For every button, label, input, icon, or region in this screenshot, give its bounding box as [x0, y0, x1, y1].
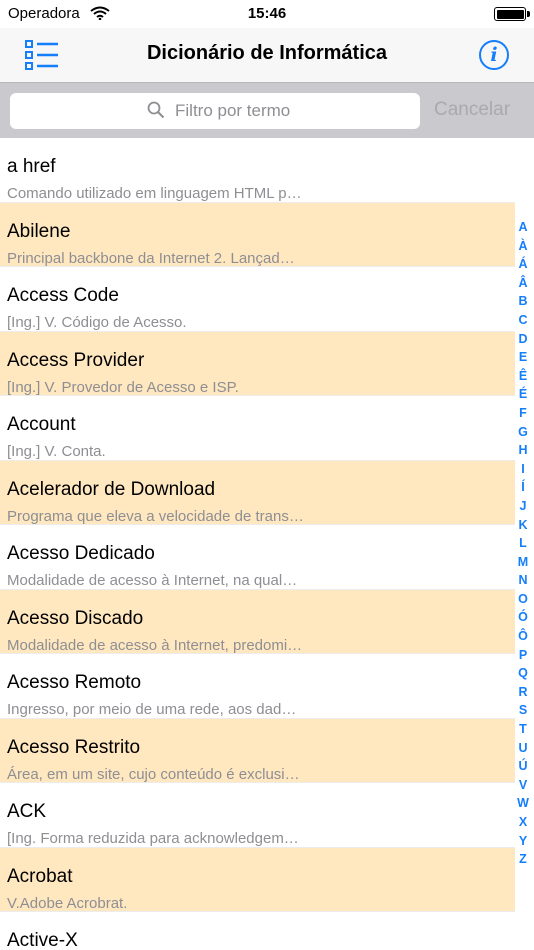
index-letter[interactable]: Ô: [516, 627, 530, 646]
index-letter[interactable]: H: [516, 441, 530, 460]
index-letter[interactable]: É: [516, 385, 530, 404]
list-item[interactable]: Active-X: [0, 912, 515, 950]
list-item[interactable]: Account [Ing.] V. Conta.: [0, 396, 515, 461]
index-letter[interactable]: J: [516, 497, 530, 516]
term-description: [Ing.] V. Conta.: [7, 443, 106, 460]
list-item[interactable]: Access Code [Ing.] V. Código de Acesso.: [0, 267, 515, 332]
index-letter[interactable]: E: [516, 348, 530, 367]
term-label: Acesso Restrito: [7, 736, 141, 758]
list-item[interactable]: Acesso Remoto Ingresso, por meio de uma r…: [0, 654, 515, 719]
index-letter[interactable]: Y: [516, 832, 530, 851]
index-letter[interactable]: N: [516, 571, 530, 590]
search-placeholder: Filtro por termo: [175, 101, 291, 120]
term-label: ACK: [7, 801, 47, 822]
term-description: Modalidade de acesso à Internet, na qual…: [7, 572, 298, 589]
term-label: Acesso Discado: [7, 607, 144, 629]
list-item[interactable]: Acrobat V.Adobe Acrobrat.: [0, 847, 515, 912]
navigation-bar: Dicionário de Informática i: [0, 28, 534, 82]
term-description: Comando utilizado em linguagem HTML p…: [7, 185, 302, 202]
list-item[interactable]: ACK [Ing. Forma reduzida para acknowledge…: [0, 783, 515, 848]
list-item[interactable]: Access Provider [Ing.] V. Provedor de Ace…: [0, 331, 515, 396]
index-letter[interactable]: B: [516, 292, 530, 311]
list-item[interactable]: Abilene Principal backbone da Internet 2.…: [0, 202, 515, 267]
index-letter[interactable]: X: [516, 813, 530, 832]
index-letter[interactable]: O: [516, 590, 530, 609]
term-label: Active-X: [7, 930, 78, 950]
term-description: [Ing. Forma reduzida para acknowledgem…: [7, 830, 299, 847]
index-letter[interactable]: Â: [516, 274, 530, 293]
term-label: a href: [7, 156, 56, 177]
index-letter[interactable]: T: [516, 720, 530, 739]
index-letter[interactable]: Q: [516, 664, 530, 683]
term-description: Principal backbone da Internet 2. Lançad…: [7, 249, 295, 267]
term-label: Acrobat: [7, 865, 73, 887]
term-label: Acelerador de Download: [7, 478, 216, 500]
index-letter[interactable]: Z: [516, 850, 530, 869]
index-letter[interactable]: Ó: [516, 608, 530, 627]
index-letter[interactable]: V: [516, 776, 530, 795]
term-description: Área, em um site, cujo conteúdo é exclus…: [7, 765, 300, 783]
index-letter[interactable]: P: [516, 646, 530, 665]
list-item[interactable]: Acesso Restrito Área, em um site, cujo co…: [0, 718, 515, 783]
index-letter[interactable]: R: [516, 683, 530, 702]
status-time: 15:46: [247, 5, 287, 22]
index-letter[interactable]: U: [516, 739, 530, 758]
list-item[interactable]: Acelerador de Download Programa que eleva…: [0, 460, 515, 525]
index-letter[interactable]: L: [516, 534, 530, 553]
search-input[interactable]: Filtro por termo: [10, 93, 420, 129]
term-label: Access Code: [7, 285, 119, 306]
term-description: Modalidade de acesso à Internet, predomi…: [7, 636, 303, 654]
list-item[interactable]: a href Comando utilizado em linguagem HTM…: [0, 138, 515, 203]
term-description: [Ing.] V. Código de Acesso.: [7, 314, 187, 331]
index-letter[interactable]: Ê: [516, 367, 530, 386]
page-title: Dicionário de Informática: [146, 42, 388, 64]
info-button[interactable]: i: [479, 40, 509, 70]
index-letter[interactable]: C: [516, 311, 530, 330]
status-bar: Operadora 15:46: [0, 0, 534, 28]
index-letter[interactable]: Á: [516, 255, 530, 274]
term-label: Abilene: [7, 220, 71, 242]
index-letter[interactable]: I: [516, 460, 530, 479]
index-letter[interactable]: W: [516, 794, 530, 813]
index-letter[interactable]: S: [516, 701, 530, 720]
term-label: Acesso Dedicado: [7, 543, 155, 564]
index-letter[interactable]: M: [516, 553, 530, 572]
list-item[interactable]: Acesso Dedicado Modalidade de acesso à In…: [0, 525, 515, 590]
index-letter[interactable]: Ú: [516, 757, 530, 776]
index-letter[interactable]: A: [516, 218, 530, 237]
term-description: [Ing.] V. Provedor de Acesso e ISP.: [7, 378, 239, 396]
term-label: Acesso Remoto: [7, 672, 142, 693]
index-letter[interactable]: G: [516, 423, 530, 442]
section-index[interactable]: AÀÁÂBCDEÊÉFGHIÍJKLMNOÓÔPQRSTUÚVWXYZ: [516, 218, 530, 869]
index-letter[interactable]: À: [516, 237, 530, 256]
cancel-button[interactable]: Cancelar: [434, 99, 510, 121]
index-letter[interactable]: F: [516, 404, 530, 423]
term-label: Account: [7, 414, 76, 435]
index-letter[interactable]: K: [516, 516, 530, 535]
index-letter[interactable]: D: [516, 330, 530, 349]
index-letter[interactable]: Í: [516, 478, 530, 497]
term-description: Ingresso, por meio de uma rede, aos dad…: [7, 701, 297, 718]
battery-icon: [494, 7, 530, 21]
term-description: V.Adobe Acrobrat.: [7, 894, 128, 912]
search-bar: Filtro por termo Cancelar: [0, 82, 534, 138]
list-item[interactable]: Acesso Discado Modalidade de acesso à Int…: [0, 589, 515, 654]
term-list[interactable]: a href Comando utilizado em linguagem HTM…: [0, 138, 534, 950]
term-label: Access Provider: [7, 349, 145, 371]
search-icon: [147, 101, 165, 119]
term-description: Programa que eleva a velocidade de trans…: [7, 507, 304, 525]
